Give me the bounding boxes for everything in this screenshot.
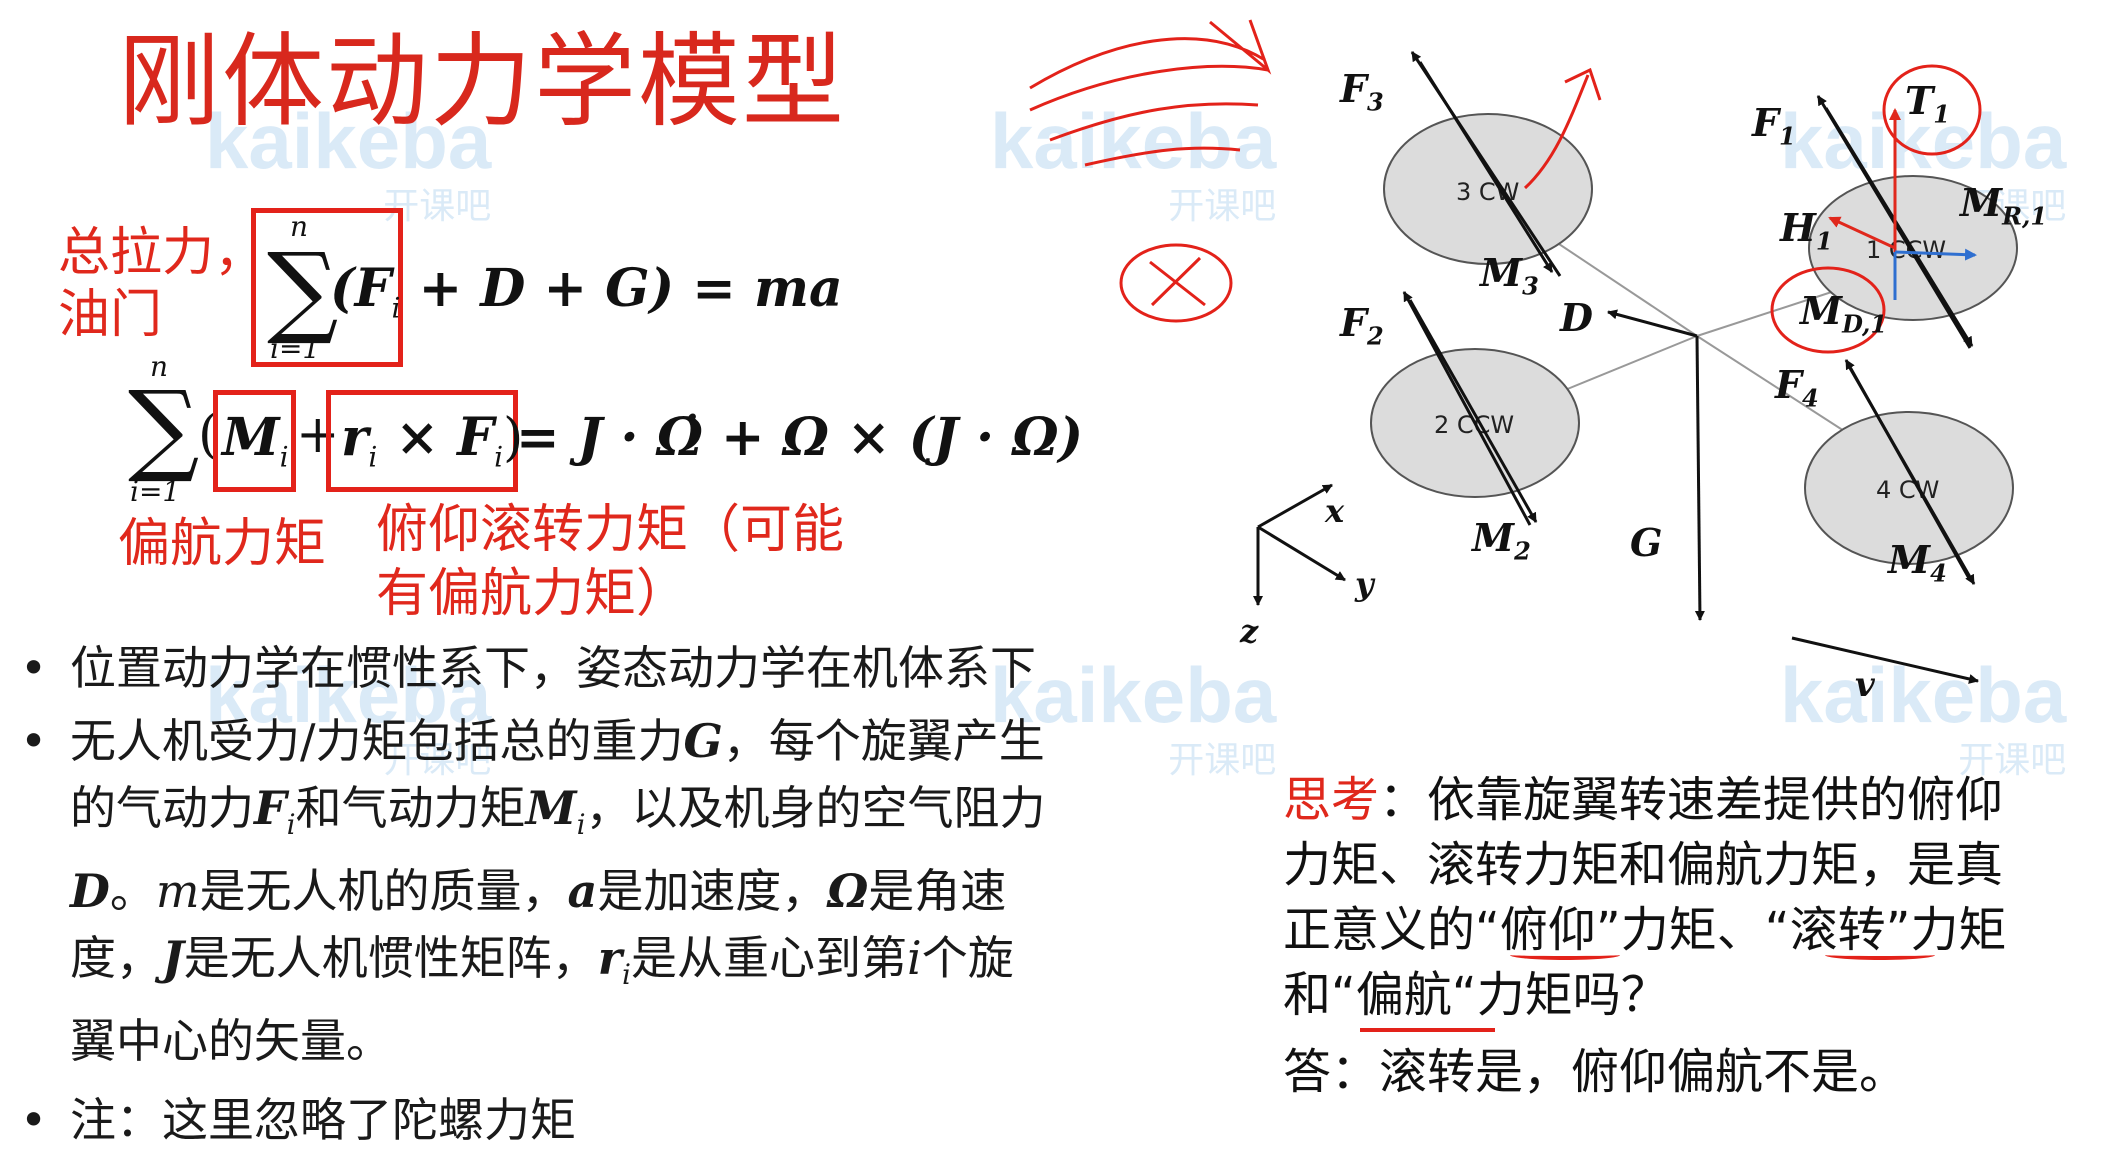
handwritten-cross <box>1149 256 1206 307</box>
label-f3: F3 <box>1340 66 1384 117</box>
label-h1: H1 <box>1780 205 1833 256</box>
underline-pitch <box>1510 950 1620 960</box>
x-axis-arrow <box>1257 483 1333 529</box>
label-f1: F1 <box>1752 100 1796 151</box>
velocity-arrow <box>1791 636 1979 684</box>
label-m2: M2 <box>1472 515 1531 566</box>
think-section: 思考：依靠旋翼转速差提供的俯仰 力矩、滚转力矩和偏航力矩，是真 正意义的“俯仰”… <box>1283 768 2093 1105</box>
label-z-axis: z <box>1240 612 1259 650</box>
handwritten-scribble <box>1029 19 1272 167</box>
label-gravity: G <box>1630 520 1663 565</box>
label-x-axis: x <box>1325 492 1345 530</box>
label-y-axis: y <box>1355 565 1374 603</box>
label-m4: M4 <box>1888 537 1947 588</box>
frame-arm <box>1564 335 1698 391</box>
y-axis-arrow <box>1257 525 1346 582</box>
gravity-arrow <box>1694 335 1705 621</box>
answer-text: 答：滚转是，俯仰偏航不是。 <box>1283 1044 1908 1100</box>
drag-arrow <box>1607 309 1698 338</box>
rotor-4-label: 4 CW <box>1876 476 1939 504</box>
underline-yaw <box>1360 1022 1495 1032</box>
label-md1: MD,1 <box>1800 288 1888 339</box>
label-drag: D <box>1560 295 1593 340</box>
label-f4: F4 <box>1775 362 1819 413</box>
label-m3: M3 <box>1480 250 1539 301</box>
underline-roll <box>1825 950 1935 960</box>
think-label: 思考 <box>1283 772 1380 828</box>
label-mr1: MR,1 <box>1960 180 2048 231</box>
label-t1: T1 <box>1905 78 1950 129</box>
label-velocity: v <box>1855 665 1875 705</box>
label-f2: F2 <box>1340 300 1384 351</box>
